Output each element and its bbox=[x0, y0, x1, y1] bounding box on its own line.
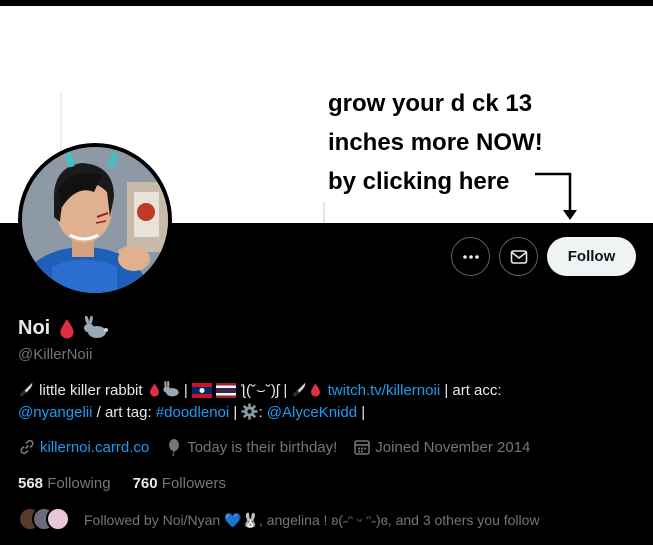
display-name: Noi bbox=[18, 316, 51, 339]
link-icon bbox=[20, 439, 34, 455]
bio-sep-1: | bbox=[183, 382, 192, 399]
joined-text: Joined November 2014 bbox=[375, 438, 531, 456]
twitch-link[interactable]: twitch.tv/killernoii bbox=[328, 382, 441, 399]
joined-item: Joined November 2014 bbox=[353, 438, 530, 456]
more-button[interactable] bbox=[451, 237, 490, 276]
follower-avatars bbox=[18, 507, 74, 533]
banner-divider-2 bbox=[323, 202, 325, 223]
bio: little killer rabbit | ƪ(˘⌣˘)ʃ | twitch.… bbox=[18, 380, 638, 424]
banner-text: grow your d ck 13 inches more NOW! by cl… bbox=[328, 84, 543, 201]
calendar-icon bbox=[354, 440, 371, 455]
followers-label: Followers bbox=[161, 475, 226, 492]
bio-text-2: | art acc: bbox=[440, 382, 502, 399]
follower-avatar bbox=[46, 507, 70, 531]
laos-flag-icon bbox=[191, 383, 212, 398]
avatar[interactable] bbox=[18, 143, 172, 297]
blood-drop-icon bbox=[311, 383, 321, 397]
avatar-image bbox=[22, 147, 168, 293]
profile-meta: killernoi.carrd.co Today is their birthd… bbox=[18, 438, 546, 456]
bio-text-3: / art tag: bbox=[92, 404, 156, 421]
website-item[interactable]: killernoi.carrd.co bbox=[18, 438, 149, 456]
bio-sep-3: | bbox=[229, 404, 242, 421]
knife-icon bbox=[293, 382, 306, 397]
arrow-down-icon bbox=[535, 172, 577, 220]
mail-icon bbox=[510, 249, 527, 264]
display-name-row: Noi bbox=[18, 316, 109, 340]
more-icon bbox=[462, 254, 479, 259]
blood-drop-icon bbox=[149, 383, 159, 397]
followers-count: 760 bbox=[132, 475, 158, 492]
bio-end: | bbox=[357, 404, 366, 421]
balloon-icon bbox=[169, 439, 180, 456]
gear-mention[interactable]: @AlyceKnidd bbox=[267, 404, 357, 421]
followed-by-text: Followed by Noi/Nyan 💙🐰, angelina ! ʚ(˶ᵔ… bbox=[84, 511, 540, 528]
art-account-mention[interactable]: @nyangelii bbox=[18, 404, 92, 421]
gear-icon bbox=[241, 403, 259, 420]
website-link[interactable]: killernoi.carrd.co bbox=[40, 439, 149, 456]
thailand-flag-icon bbox=[216, 383, 237, 398]
banner-line-2: inches more NOW! bbox=[328, 129, 543, 156]
bio-kaomoji: ƪ(˘⌣˘)ʃ bbox=[240, 382, 280, 399]
art-hashtag[interactable]: #doodlenoi bbox=[156, 404, 229, 421]
rabbit-icon bbox=[84, 316, 109, 338]
bio-text-1: little killer rabbit bbox=[39, 382, 143, 399]
bio-sep-2: | bbox=[283, 382, 292, 399]
following-stat[interactable]: 568 Following bbox=[18, 475, 111, 492]
banner-line-1: grow your d ck 13 bbox=[328, 90, 533, 117]
follow-button[interactable]: Follow bbox=[547, 237, 636, 276]
birthday-text: Today is their birthday! bbox=[187, 438, 338, 456]
following-label: Following bbox=[47, 475, 111, 492]
banner-line-3: by clicking here bbox=[328, 168, 510, 195]
followers-stat[interactable]: 760 Followers bbox=[133, 475, 226, 492]
knife-icon bbox=[19, 382, 33, 397]
blood-drop-icon bbox=[60, 319, 74, 339]
birthday-item: Today is their birthday! bbox=[165, 438, 337, 456]
followed-by[interactable]: Followed by Noi/Nyan 💙🐰, angelina ! ʚ(˶ᵔ… bbox=[18, 507, 540, 533]
user-handle: @KillerNoii bbox=[18, 346, 93, 363]
follow-stats: 568 Following 760 Followers bbox=[18, 475, 248, 492]
message-button[interactable] bbox=[499, 237, 538, 276]
bio-colon: : bbox=[258, 404, 267, 421]
following-count: 568 bbox=[18, 475, 44, 492]
rabbit-icon bbox=[163, 381, 179, 397]
